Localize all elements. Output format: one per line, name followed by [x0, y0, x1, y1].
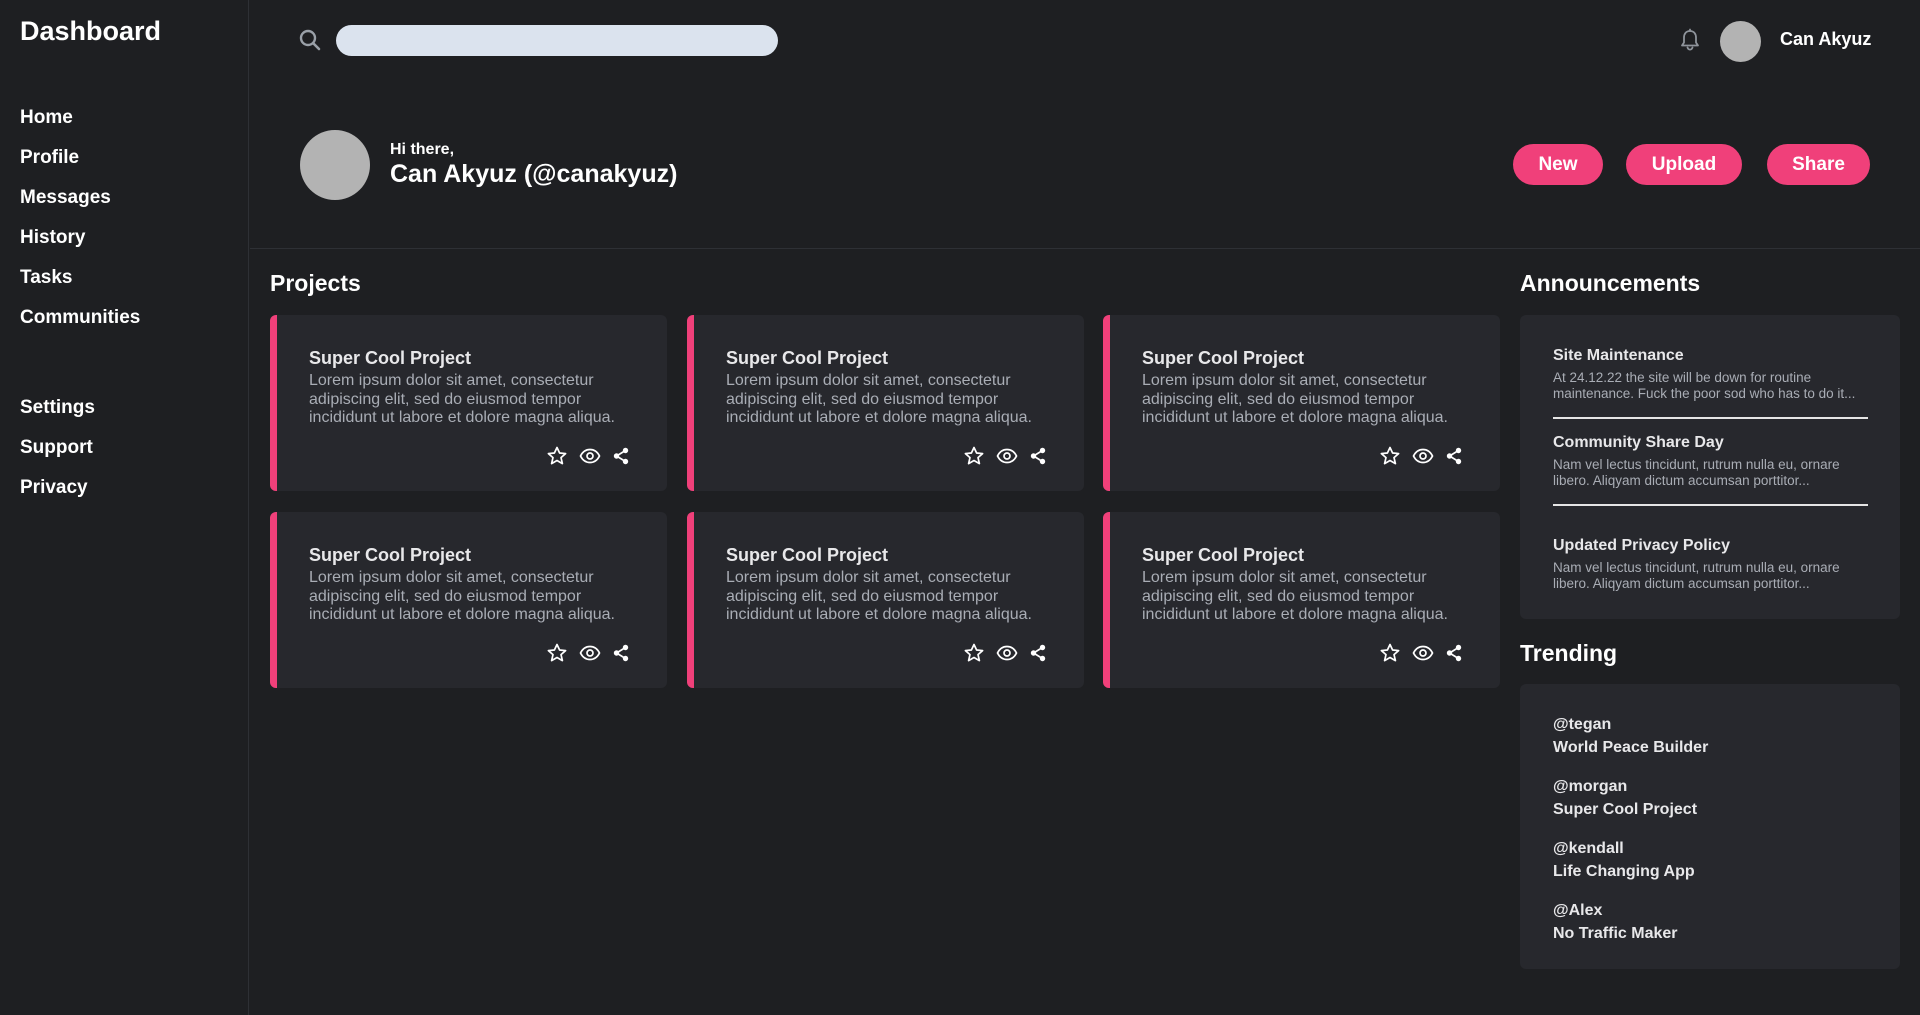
notification-bell-icon[interactable]	[1679, 28, 1701, 52]
announcements-heading: Announcements	[1520, 270, 1701, 296]
announcement-item[interactable]: Site Maintenance At 24.12.22 the site wi…	[1553, 347, 1868, 402]
project-card-title: Super Cool Project	[1142, 545, 1305, 565]
project-card-description: Lorem ipsum dolor sit amet, consectetur …	[726, 569, 1032, 626]
announcements-panel: Site Maintenance At 24.12.22 the site wi…	[1520, 315, 1900, 619]
star-icon[interactable]	[1379, 445, 1401, 467]
secondary-nav: Settings Support Privacy	[20, 396, 95, 516]
nav-item-tasks[interactable]: Tasks	[20, 266, 140, 306]
project-card-title: Super Cool Project	[726, 545, 889, 565]
announcement-text: At 24.12.22 the site will be down for ro…	[1553, 370, 1856, 401]
project-card-description: Lorem ipsum dolor sit amet, consectetur …	[1142, 372, 1448, 429]
announcement-title: Community Share Day	[1553, 434, 1724, 451]
nav-item-settings[interactable]: Settings	[20, 396, 95, 436]
project-card-title: Super Cool Project	[309, 348, 472, 368]
star-icon[interactable]	[1379, 642, 1401, 664]
project-card-title: Super Cool Project	[309, 545, 472, 565]
profile-avatar	[300, 130, 370, 200]
nav-item-communities[interactable]: Communities	[20, 306, 140, 346]
star-icon[interactable]	[546, 642, 568, 664]
announcement-divider	[1553, 417, 1868, 419]
trending-project[interactable]: World Peace Builder	[1553, 739, 1708, 757]
announcement-item[interactable]: Community Share Day Nam vel lectus tinci…	[1553, 434, 1868, 489]
trending-item: @kendall Life Changing App	[1553, 840, 1695, 881]
upload-button[interactable]: Upload	[1626, 144, 1742, 185]
project-card-description: Lorem ipsum dolor sit amet, consectetur …	[1142, 569, 1448, 626]
header-divider	[250, 248, 1920, 249]
project-card-description: Lorem ipsum dolor sit amet, consectetur …	[309, 569, 615, 626]
nav-item-support[interactable]: Support	[20, 436, 95, 476]
eye-icon[interactable]	[996, 642, 1018, 664]
eye-icon[interactable]	[1412, 642, 1434, 664]
trending-item: @tegan World Peace Builder	[1553, 716, 1708, 757]
share-icon[interactable]	[610, 445, 632, 467]
trending-item: @morgan Super Cool Project	[1553, 778, 1697, 819]
brand-title: Dashboard	[20, 16, 162, 46]
project-card[interactable]: Super Cool Project Lorem ipsum dolor sit…	[687, 512, 1084, 688]
nav-item-privacy[interactable]: Privacy	[20, 476, 95, 516]
trending-project[interactable]: No Traffic Maker	[1553, 925, 1677, 943]
project-card-title: Super Cool Project	[726, 348, 889, 368]
announcement-text: Nam vel lectus tincidunt, rutrum nulla e…	[1553, 560, 1840, 591]
announcement-divider	[1553, 504, 1868, 506]
nav-item-messages[interactable]: Messages	[20, 186, 140, 226]
user-avatar[interactable]	[1720, 21, 1761, 62]
project-card-description: Lorem ipsum dolor sit amet, consectetur …	[726, 372, 1032, 429]
eye-icon[interactable]	[579, 445, 601, 467]
greeting-label: Hi there,	[390, 141, 455, 158]
trending-project[interactable]: Super Cool Project	[1553, 801, 1697, 819]
nav-item-history[interactable]: History	[20, 226, 140, 266]
project-card[interactable]: Super Cool Project Lorem ipsum dolor sit…	[1103, 512, 1500, 688]
announcement-title: Updated Privacy Policy	[1553, 537, 1730, 554]
search-icon[interactable]	[297, 27, 323, 53]
trending-handle[interactable]: @morgan	[1553, 778, 1697, 796]
greeting-name: Can Akyuz (@canakyuz)	[390, 160, 678, 188]
trending-item: @Alex No Traffic Maker	[1553, 902, 1677, 943]
announcement-item[interactable]: Updated Privacy Policy Nam vel lectus ti…	[1553, 537, 1868, 592]
star-icon[interactable]	[546, 445, 568, 467]
search-input[interactable]	[336, 25, 778, 56]
share-icon[interactable]	[610, 642, 632, 664]
nav-item-profile[interactable]: Profile	[20, 146, 140, 186]
eye-icon[interactable]	[1412, 445, 1434, 467]
share-icon[interactable]	[1443, 445, 1465, 467]
announcement-text: Nam vel lectus tincidunt, rutrum nulla e…	[1553, 457, 1840, 488]
trending-panel: @tegan World Peace Builder @morgan Super…	[1520, 684, 1900, 969]
trending-handle[interactable]: @Alex	[1553, 902, 1677, 920]
top-username[interactable]: Can Akyuz	[1780, 29, 1871, 50]
star-icon[interactable]	[963, 642, 985, 664]
project-card[interactable]: Super Cool Project Lorem ipsum dolor sit…	[687, 315, 1084, 491]
project-card[interactable]: Super Cool Project Lorem ipsum dolor sit…	[270, 315, 667, 491]
project-card-title: Super Cool Project	[1142, 348, 1305, 368]
trending-heading: Trending	[1520, 640, 1618, 666]
star-icon[interactable]	[963, 445, 985, 467]
share-icon[interactable]	[1027, 642, 1049, 664]
project-card-description: Lorem ipsum dolor sit amet, consectetur …	[309, 372, 615, 429]
eye-icon[interactable]	[579, 642, 601, 664]
share-icon[interactable]	[1443, 642, 1465, 664]
project-card[interactable]: Super Cool Project Lorem ipsum dolor sit…	[1103, 315, 1500, 491]
trending-handle[interactable]: @tegan	[1553, 716, 1708, 734]
trending-handle[interactable]: @kendall	[1553, 840, 1695, 858]
projects-heading: Projects	[270, 270, 361, 296]
announcement-title: Site Maintenance	[1553, 347, 1684, 364]
sidebar: Dashboard Home Profile Messages History …	[0, 0, 249, 1015]
dashboard-app: Dashboard Home Profile Messages History …	[0, 0, 1920, 1015]
trending-project[interactable]: Life Changing App	[1553, 863, 1695, 881]
new-button[interactable]: New	[1513, 144, 1603, 185]
eye-icon[interactable]	[996, 445, 1018, 467]
primary-nav: Home Profile Messages History Tasks Comm…	[20, 106, 140, 346]
project-card[interactable]: Super Cool Project Lorem ipsum dolor sit…	[270, 512, 667, 688]
nav-item-home[interactable]: Home	[20, 106, 140, 146]
share-button[interactable]: Share	[1767, 144, 1870, 185]
share-icon[interactable]	[1027, 445, 1049, 467]
